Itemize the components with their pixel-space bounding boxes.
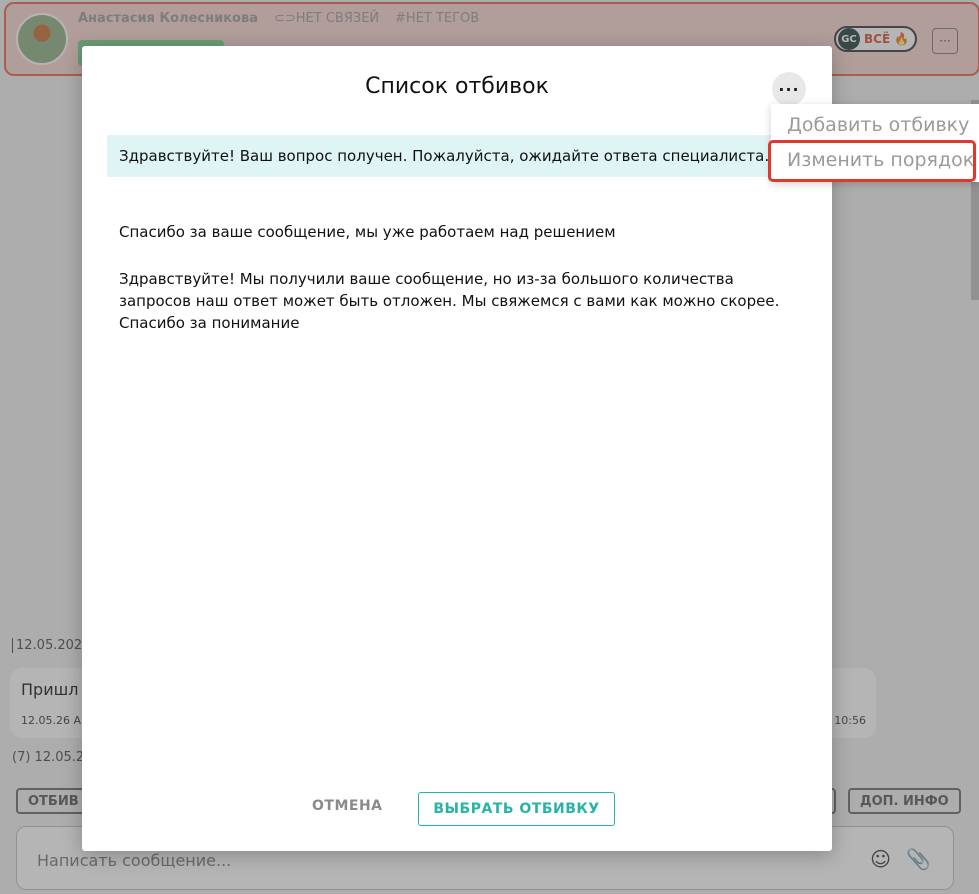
menu-item-add-reply[interactable]: Добавить отбивку <box>787 114 969 136</box>
reply-item-2[interactable]: Спасибо за ваше сообщение, мы уже работа… <box>107 211 807 253</box>
quick-replies-modal: Список отбивок ··· Здравствуйте! Ваш воп… <box>82 46 832 851</box>
reply-item-3[interactable]: Здравствуйте! Мы получили ваше сообщение… <box>107 258 807 344</box>
reply-item-1[interactable]: Здравствуйте! Ваш вопрос получен. Пожалу… <box>107 135 807 177</box>
choose-reply-button[interactable]: ВЫБРАТЬ ОТБИВКУ <box>418 792 615 826</box>
cancel-button[interactable]: ОТМЕНА <box>312 798 383 814</box>
modal-title: Список отбивок <box>365 74 549 99</box>
highlight-box <box>768 140 976 182</box>
more-options-button[interactable]: ··· <box>772 72 806 106</box>
